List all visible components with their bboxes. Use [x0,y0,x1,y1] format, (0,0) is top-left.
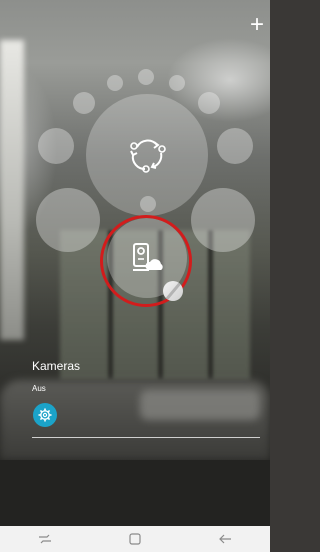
category-bubble[interactable] [138,69,154,85]
sync-cycle-icon [130,139,166,173]
category-bubble[interactable] [169,75,185,91]
category-bubble[interactable] [107,75,123,91]
camera-cloud-icon [133,243,163,271]
back-arrow-icon [219,534,231,544]
home-button[interactable] [120,527,150,551]
home-square-icon [129,533,141,545]
section-status: Aus [32,384,46,393]
recent-apps-button[interactable] [30,527,60,551]
category-bubble[interactable] [73,92,95,114]
background-floor [0,460,270,526]
hub-center-button[interactable] [86,94,208,216]
system-navigation-bar [0,526,270,552]
category-bubble[interactable] [198,92,220,114]
disabled-indicator-icon [163,281,183,301]
main-screen: + Kameras Aus [0,0,270,526]
section-title: Kameras [32,359,81,373]
add-button[interactable]: + [246,13,268,37]
background-table [140,390,260,420]
background-window-mullion [208,230,213,380]
category-bubble[interactable] [217,128,253,164]
settings-button[interactable] [33,403,57,427]
category-bubble[interactable] [38,128,74,164]
category-bubble[interactable] [191,188,255,252]
back-button[interactable] [210,527,240,551]
background-wall [0,40,24,340]
recent-apps-icon [39,534,51,544]
gear-icon [38,408,52,422]
divider [32,437,260,438]
category-bubble[interactable] [36,188,100,252]
